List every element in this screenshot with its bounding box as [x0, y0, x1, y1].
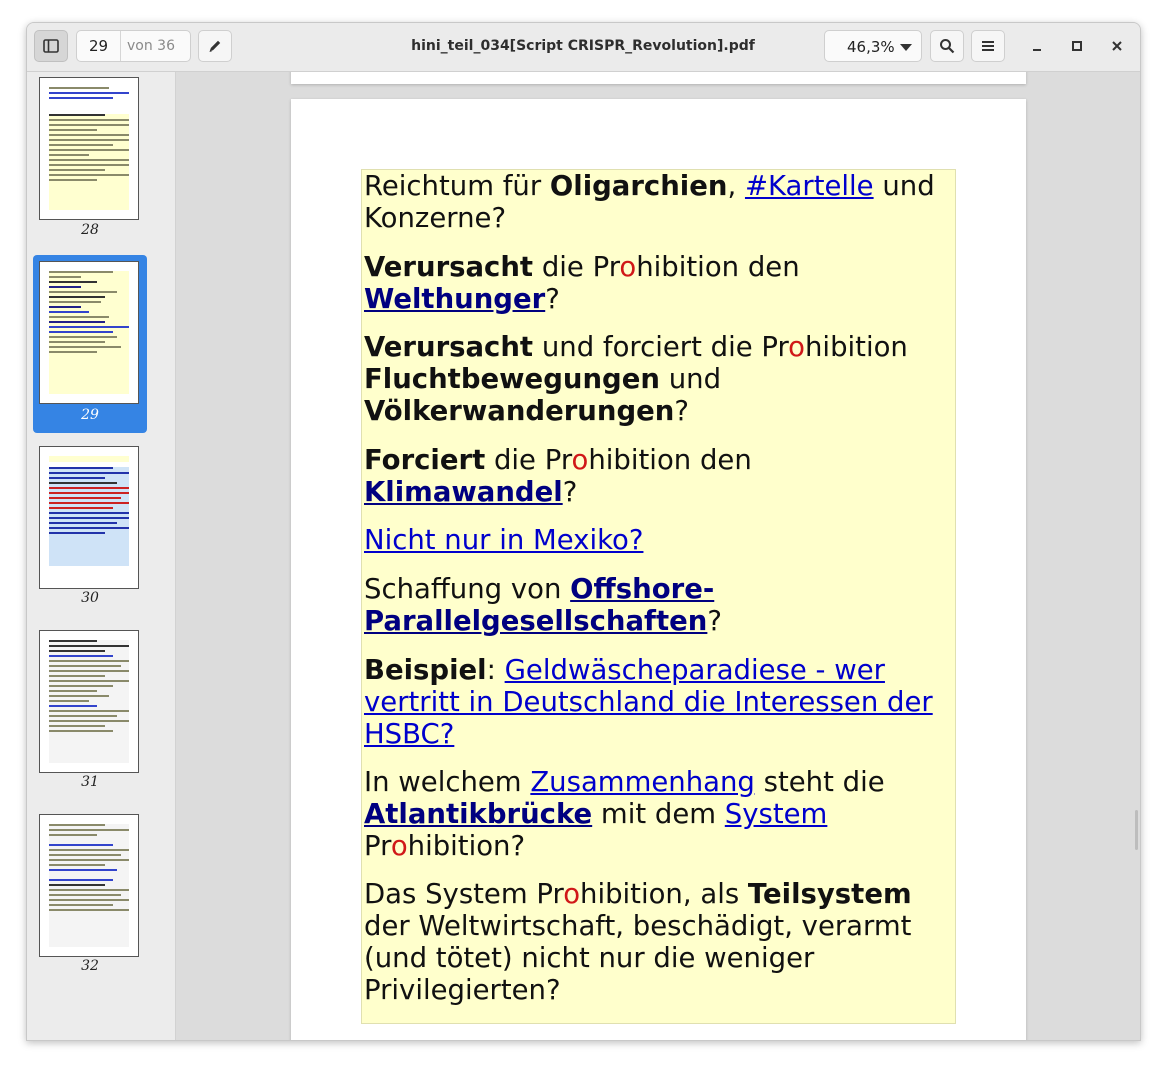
thumbnail-label: 30 [81, 590, 99, 606]
text: Reichtum für [364, 170, 550, 202]
document-viewer-window: 29 von 36 hini_teil_034[Script CRISPR_Re… [26, 22, 1141, 1041]
header-bar: 29 von 36 hini_teil_034[Script CRISPR_Re… [27, 23, 1140, 72]
page-navigation: 29 von 36 [76, 30, 191, 62]
zoom-value: 46,3% [847, 38, 895, 56]
paragraph-2: Verursacht die Prohibition den Welthunge… [364, 251, 949, 315]
link-mexiko[interactable]: Nicht nur in Mexiko? [364, 524, 643, 556]
previous-page-edge [291, 72, 1026, 84]
text: : [486, 654, 505, 686]
bold-text: Teilsystem [747, 878, 912, 910]
pencil-icon [209, 40, 221, 52]
bold-text: Oligarchien [549, 170, 728, 202]
paragraph-4: Forciert die Prohibition den Klimawandel… [364, 444, 949, 508]
current-page-input[interactable]: 29 [77, 31, 121, 61]
thumbnail-label: 32 [81, 958, 99, 974]
thumbnail-image [39, 261, 139, 404]
maximize-button[interactable] [1068, 37, 1086, 55]
paragraph-8: In welchem Zusammenhang steht die Atlant… [364, 766, 949, 862]
thumbnail-sidebar: 28 29 30 31 32 [27, 72, 176, 1040]
sidebar-toggle-icon [43, 39, 59, 53]
highlight-box: Reichtum für Oligarchien, #Kartelle und … [361, 169, 956, 1024]
text: , [727, 170, 745, 202]
vertical-scrollbar[interactable] [1135, 810, 1138, 850]
paragraph-1: Reichtum für Oligarchien, #Kartelle und … [364, 170, 949, 234]
text: ? [562, 476, 578, 508]
text: ? [674, 395, 689, 427]
close-icon [1112, 41, 1122, 51]
bold-text: Forciert [364, 444, 486, 476]
red-letter: o [788, 331, 805, 363]
thumbnail-page-32[interactable]: 32 [33, 810, 147, 988]
text: hibition den [636, 251, 800, 283]
window-title: hini_teil_034[Script CRISPR_Revolution].… [411, 38, 755, 54]
minimize-icon [1033, 49, 1041, 51]
red-letter: o [390, 830, 408, 862]
bold-text: Verursacht [364, 251, 534, 283]
thumbnail-image [39, 77, 139, 220]
text: ? [707, 605, 722, 637]
red-letter: o [619, 251, 637, 283]
sidebar-toggle-button[interactable] [34, 30, 68, 62]
chevron-down-icon [900, 44, 912, 51]
text: mit dem [592, 798, 725, 830]
thumbnail-image [39, 814, 139, 957]
zoom-dropdown[interactable]: 46,3% [824, 30, 922, 62]
document-view[interactable]: Reichtum für Oligarchien, #Kartelle und … [176, 72, 1140, 1040]
paragraph-5: Nicht nur in Mexiko? [364, 524, 949, 556]
text: steht die [754, 766, 885, 798]
text: hibition, als [580, 878, 748, 910]
paragraph-7: Beispiel: Geldwäscheparadiese - wer vert… [364, 654, 949, 750]
thumbnail-page-30[interactable]: 30 [33, 442, 147, 620]
text: ? [545, 283, 560, 315]
link-zusammenhang[interactable]: Zusammenhang [530, 766, 755, 798]
bold-text: Verursacht [364, 331, 534, 363]
annotate-button[interactable] [198, 30, 232, 62]
thumbnail-label: 28 [81, 222, 99, 238]
link-welthunger[interactable]: Welthunger [364, 283, 545, 315]
red-letter: o [563, 878, 581, 910]
thumbnail-page-31[interactable]: 31 [33, 626, 147, 804]
hamburger-menu-icon [982, 41, 994, 51]
text: und [659, 363, 722, 395]
text: Schaffung von [364, 573, 571, 605]
text: Das System Pr [364, 878, 564, 910]
bold-text: Fluchtbewegungen [364, 363, 660, 395]
thumbnail-page-28[interactable]: 28 [33, 72, 147, 250]
text: die Pr [533, 251, 620, 283]
link-atlantikbruecke[interactable]: Atlantikbrücke [364, 798, 592, 830]
minimize-button[interactable] [1028, 37, 1046, 55]
maximize-icon [1072, 41, 1082, 51]
text: hibition? [407, 830, 526, 862]
thumbnail-image [39, 446, 139, 589]
text: die Pr [485, 444, 572, 476]
bold-text: Völkerwanderungen [364, 395, 675, 427]
link-system[interactable]: System [725, 798, 828, 830]
main-menu-button[interactable] [971, 30, 1005, 62]
link-kartelle[interactable]: #Kartelle [745, 170, 874, 202]
text: Pr [364, 830, 391, 862]
total-pages-label: von 36 [127, 38, 175, 54]
link-klimawandel[interactable]: Klimawandel [364, 476, 563, 508]
paragraph-6: Schaffung von Offshore-Parallelgesellsch… [364, 573, 949, 637]
thumbnail-label: 31 [81, 774, 99, 790]
thumbnail-label: 29 [81, 407, 99, 423]
paragraph-9: Das System Prohibition, als Teilsystem d… [364, 878, 949, 1006]
bold-text: Beispiel [364, 654, 487, 686]
text: hibition [805, 331, 908, 363]
text: der Weltwirtschaft, beschädigt, verarmt … [364, 910, 912, 1006]
search-icon [940, 39, 955, 54]
red-letter: o [571, 444, 589, 476]
paragraph-3: Verursacht und forciert die Prohibition … [364, 331, 949, 427]
text: In welchem [364, 766, 531, 798]
text: und forciert die Pr [533, 331, 789, 363]
pdf-page: Reichtum für Oligarchien, #Kartelle und … [291, 99, 1026, 1040]
search-button[interactable] [930, 30, 964, 62]
text: hibition den [588, 444, 752, 476]
thumbnail-page-29[interactable]: 29 [33, 255, 147, 433]
thumbnail-image [39, 630, 139, 773]
close-button[interactable] [1108, 37, 1126, 55]
